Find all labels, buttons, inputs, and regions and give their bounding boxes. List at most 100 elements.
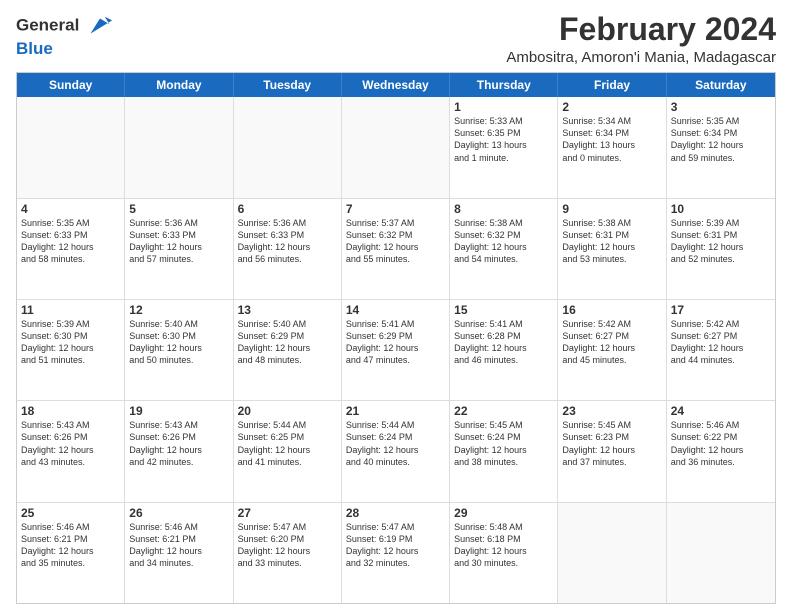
- day-info: Sunrise: 5:41 AM Sunset: 6:29 PM Dayligh…: [346, 318, 445, 367]
- day-info: Sunrise: 5:47 AM Sunset: 6:19 PM Dayligh…: [346, 521, 445, 570]
- day-info: Sunrise: 5:44 AM Sunset: 6:25 PM Dayligh…: [238, 419, 337, 468]
- day-info: Sunrise: 5:33 AM Sunset: 6:35 PM Dayligh…: [454, 115, 553, 164]
- day-cell-26: 26Sunrise: 5:46 AM Sunset: 6:21 PM Dayli…: [125, 503, 233, 603]
- subtitle: Ambositra, Amoron'i Mania, Madagascar: [506, 49, 776, 66]
- day-info: Sunrise: 5:35 AM Sunset: 6:33 PM Dayligh…: [21, 217, 120, 266]
- day-cell-8: 8Sunrise: 5:38 AM Sunset: 6:32 PM Daylig…: [450, 199, 558, 299]
- empty-cell: [17, 97, 125, 197]
- header-day-sunday: Sunday: [17, 73, 125, 97]
- day-info: Sunrise: 5:48 AM Sunset: 6:18 PM Dayligh…: [454, 521, 553, 570]
- day-info: Sunrise: 5:35 AM Sunset: 6:34 PM Dayligh…: [671, 115, 771, 164]
- day-cell-13: 13Sunrise: 5:40 AM Sunset: 6:29 PM Dayli…: [234, 300, 342, 400]
- day-number: 12: [129, 303, 228, 317]
- day-number: 11: [21, 303, 120, 317]
- day-info: Sunrise: 5:46 AM Sunset: 6:22 PM Dayligh…: [671, 419, 771, 468]
- logo-blue: Blue: [16, 40, 114, 59]
- day-number: 21: [346, 404, 445, 418]
- day-info: Sunrise: 5:46 AM Sunset: 6:21 PM Dayligh…: [21, 521, 120, 570]
- day-info: Sunrise: 5:45 AM Sunset: 6:24 PM Dayligh…: [454, 419, 553, 468]
- day-info: Sunrise: 5:44 AM Sunset: 6:24 PM Dayligh…: [346, 419, 445, 468]
- empty-cell: [342, 97, 450, 197]
- day-info: Sunrise: 5:39 AM Sunset: 6:31 PM Dayligh…: [671, 217, 771, 266]
- calendar-row-0: 1Sunrise: 5:33 AM Sunset: 6:35 PM Daylig…: [17, 97, 775, 197]
- day-cell-1: 1Sunrise: 5:33 AM Sunset: 6:35 PM Daylig…: [450, 97, 558, 197]
- day-number: 7: [346, 202, 445, 216]
- logo-bird-icon: [86, 12, 114, 40]
- header: General Blue February 2024 Ambositra, Am…: [16, 12, 776, 66]
- day-number: 24: [671, 404, 771, 418]
- day-number: 28: [346, 506, 445, 520]
- header-day-friday: Friday: [558, 73, 666, 97]
- day-info: Sunrise: 5:38 AM Sunset: 6:31 PM Dayligh…: [562, 217, 661, 266]
- day-cell-14: 14Sunrise: 5:41 AM Sunset: 6:29 PM Dayli…: [342, 300, 450, 400]
- day-info: Sunrise: 5:40 AM Sunset: 6:29 PM Dayligh…: [238, 318, 337, 367]
- day-info: Sunrise: 5:36 AM Sunset: 6:33 PM Dayligh…: [238, 217, 337, 266]
- empty-cell: [667, 503, 775, 603]
- empty-cell: [125, 97, 233, 197]
- day-info: Sunrise: 5:36 AM Sunset: 6:33 PM Dayligh…: [129, 217, 228, 266]
- day-cell-16: 16Sunrise: 5:42 AM Sunset: 6:27 PM Dayli…: [558, 300, 666, 400]
- day-info: Sunrise: 5:41 AM Sunset: 6:28 PM Dayligh…: [454, 318, 553, 367]
- day-cell-17: 17Sunrise: 5:42 AM Sunset: 6:27 PM Dayli…: [667, 300, 775, 400]
- day-cell-2: 2Sunrise: 5:34 AM Sunset: 6:34 PM Daylig…: [558, 97, 666, 197]
- day-info: Sunrise: 5:38 AM Sunset: 6:32 PM Dayligh…: [454, 217, 553, 266]
- day-info: Sunrise: 5:45 AM Sunset: 6:23 PM Dayligh…: [562, 419, 661, 468]
- calendar: SundayMondayTuesdayWednesdayThursdayFrid…: [16, 72, 776, 604]
- day-info: Sunrise: 5:40 AM Sunset: 6:30 PM Dayligh…: [129, 318, 228, 367]
- day-info: Sunrise: 5:42 AM Sunset: 6:27 PM Dayligh…: [671, 318, 771, 367]
- day-cell-25: 25Sunrise: 5:46 AM Sunset: 6:21 PM Dayli…: [17, 503, 125, 603]
- day-number: 10: [671, 202, 771, 216]
- day-number: 27: [238, 506, 337, 520]
- day-cell-20: 20Sunrise: 5:44 AM Sunset: 6:25 PM Dayli…: [234, 401, 342, 501]
- day-number: 17: [671, 303, 771, 317]
- day-number: 23: [562, 404, 661, 418]
- day-number: 9: [562, 202, 661, 216]
- day-cell-5: 5Sunrise: 5:36 AM Sunset: 6:33 PM Daylig…: [125, 199, 233, 299]
- day-info: Sunrise: 5:37 AM Sunset: 6:32 PM Dayligh…: [346, 217, 445, 266]
- calendar-row-1: 4Sunrise: 5:35 AM Sunset: 6:33 PM Daylig…: [17, 198, 775, 299]
- day-number: 29: [454, 506, 553, 520]
- day-number: 18: [21, 404, 120, 418]
- day-number: 16: [562, 303, 661, 317]
- day-info: Sunrise: 5:42 AM Sunset: 6:27 PM Dayligh…: [562, 318, 661, 367]
- title-block: February 2024 Ambositra, Amoron'i Mania,…: [506, 12, 776, 66]
- day-number: 4: [21, 202, 120, 216]
- day-number: 1: [454, 100, 553, 114]
- day-info: Sunrise: 5:43 AM Sunset: 6:26 PM Dayligh…: [21, 419, 120, 468]
- day-info: Sunrise: 5:46 AM Sunset: 6:21 PM Dayligh…: [129, 521, 228, 570]
- day-cell-23: 23Sunrise: 5:45 AM Sunset: 6:23 PM Dayli…: [558, 401, 666, 501]
- calendar-header: SundayMondayTuesdayWednesdayThursdayFrid…: [17, 73, 775, 97]
- day-cell-29: 29Sunrise: 5:48 AM Sunset: 6:18 PM Dayli…: [450, 503, 558, 603]
- day-number: 6: [238, 202, 337, 216]
- day-cell-21: 21Sunrise: 5:44 AM Sunset: 6:24 PM Dayli…: [342, 401, 450, 501]
- day-cell-28: 28Sunrise: 5:47 AM Sunset: 6:19 PM Dayli…: [342, 503, 450, 603]
- header-day-thursday: Thursday: [450, 73, 558, 97]
- empty-cell: [234, 97, 342, 197]
- header-day-saturday: Saturday: [667, 73, 775, 97]
- day-cell-4: 4Sunrise: 5:35 AM Sunset: 6:33 PM Daylig…: [17, 199, 125, 299]
- day-number: 14: [346, 303, 445, 317]
- day-number: 26: [129, 506, 228, 520]
- day-cell-11: 11Sunrise: 5:39 AM Sunset: 6:30 PM Dayli…: [17, 300, 125, 400]
- day-cell-7: 7Sunrise: 5:37 AM Sunset: 6:32 PM Daylig…: [342, 199, 450, 299]
- day-info: Sunrise: 5:43 AM Sunset: 6:26 PM Dayligh…: [129, 419, 228, 468]
- day-cell-10: 10Sunrise: 5:39 AM Sunset: 6:31 PM Dayli…: [667, 199, 775, 299]
- day-cell-6: 6Sunrise: 5:36 AM Sunset: 6:33 PM Daylig…: [234, 199, 342, 299]
- day-cell-24: 24Sunrise: 5:46 AM Sunset: 6:22 PM Dayli…: [667, 401, 775, 501]
- day-info: Sunrise: 5:34 AM Sunset: 6:34 PM Dayligh…: [562, 115, 661, 164]
- day-number: 19: [129, 404, 228, 418]
- empty-cell: [558, 503, 666, 603]
- day-cell-27: 27Sunrise: 5:47 AM Sunset: 6:20 PM Dayli…: [234, 503, 342, 603]
- calendar-row-2: 11Sunrise: 5:39 AM Sunset: 6:30 PM Dayli…: [17, 299, 775, 400]
- day-cell-19: 19Sunrise: 5:43 AM Sunset: 6:26 PM Dayli…: [125, 401, 233, 501]
- day-number: 8: [454, 202, 553, 216]
- day-number: 3: [671, 100, 771, 114]
- day-cell-12: 12Sunrise: 5:40 AM Sunset: 6:30 PM Dayli…: [125, 300, 233, 400]
- header-day-wednesday: Wednesday: [342, 73, 450, 97]
- calendar-row-4: 25Sunrise: 5:46 AM Sunset: 6:21 PM Dayli…: [17, 502, 775, 603]
- header-day-tuesday: Tuesday: [234, 73, 342, 97]
- logo-general: General: [16, 12, 114, 40]
- day-cell-18: 18Sunrise: 5:43 AM Sunset: 6:26 PM Dayli…: [17, 401, 125, 501]
- day-number: 25: [21, 506, 120, 520]
- day-number: 22: [454, 404, 553, 418]
